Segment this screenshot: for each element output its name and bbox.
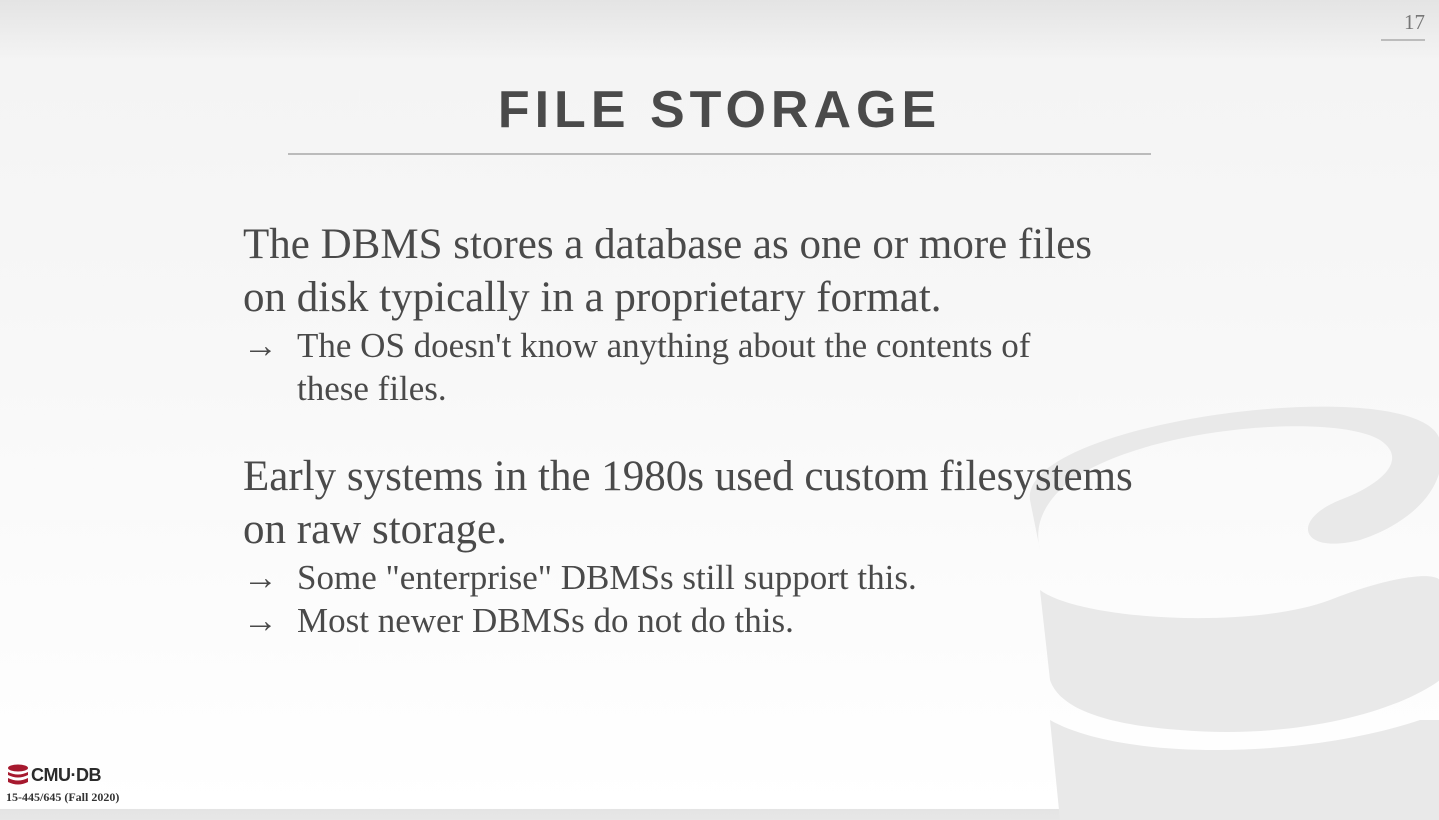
bullet-1-line-1: The DBMS stores a database as one or mor… bbox=[243, 221, 1093, 268]
sub-bullet-2-1: → Some "enterprise" DBMSs still support … bbox=[243, 556, 1203, 599]
bullet-2-line-1: Early systems in the 1980s used custom f… bbox=[243, 453, 1133, 500]
bullet-1: The DBMS stores a database as one or mor… bbox=[243, 218, 1203, 410]
bullet-2-text: Early systems in the 1980s used custom f… bbox=[243, 450, 1203, 556]
logo-text: CMU·DB bbox=[31, 764, 101, 785]
sub-bullet-2-2: → Most newer DBMSs do not do this. bbox=[243, 599, 1203, 642]
sub-bullet-1-1: → The OS doesn't know anything about the… bbox=[243, 324, 1203, 410]
bullet-2-line-2: on raw storage. bbox=[243, 506, 507, 553]
title-divider bbox=[288, 153, 1151, 155]
sub-bullet-2-1-text: Some "enterprise" DBMSs still support th… bbox=[297, 558, 917, 597]
page-number: 17 bbox=[1381, 10, 1425, 41]
sub-bullet-1-1-line-1: The OS doesn't know anything about the c… bbox=[297, 326, 1031, 365]
database-icon bbox=[8, 764, 28, 785]
bullet-2: Early systems in the 1980s used custom f… bbox=[243, 450, 1203, 642]
arrow-right-icon: → bbox=[243, 601, 278, 640]
bullet-1-line-2: on disk typically in a proprietary forma… bbox=[243, 274, 942, 321]
arrow-right-icon: → bbox=[243, 326, 278, 365]
bullet-1-text: The DBMS stores a database as one or mor… bbox=[243, 218, 1203, 324]
arrow-right-icon: → bbox=[243, 558, 278, 597]
cmu-db-logo: CMU·DB bbox=[7, 763, 101, 787]
course-id: 15-445/645 (Fall 2020) bbox=[6, 790, 120, 804]
slide-title: FILE STORAGE bbox=[497, 81, 942, 139]
sub-bullet-2-2-text: Most newer DBMSs do not do this. bbox=[297, 601, 794, 640]
sub-bullet-1-1-line-2: these files. bbox=[297, 369, 447, 408]
slide-body: The DBMS stores a database as one or mor… bbox=[243, 218, 1203, 642]
